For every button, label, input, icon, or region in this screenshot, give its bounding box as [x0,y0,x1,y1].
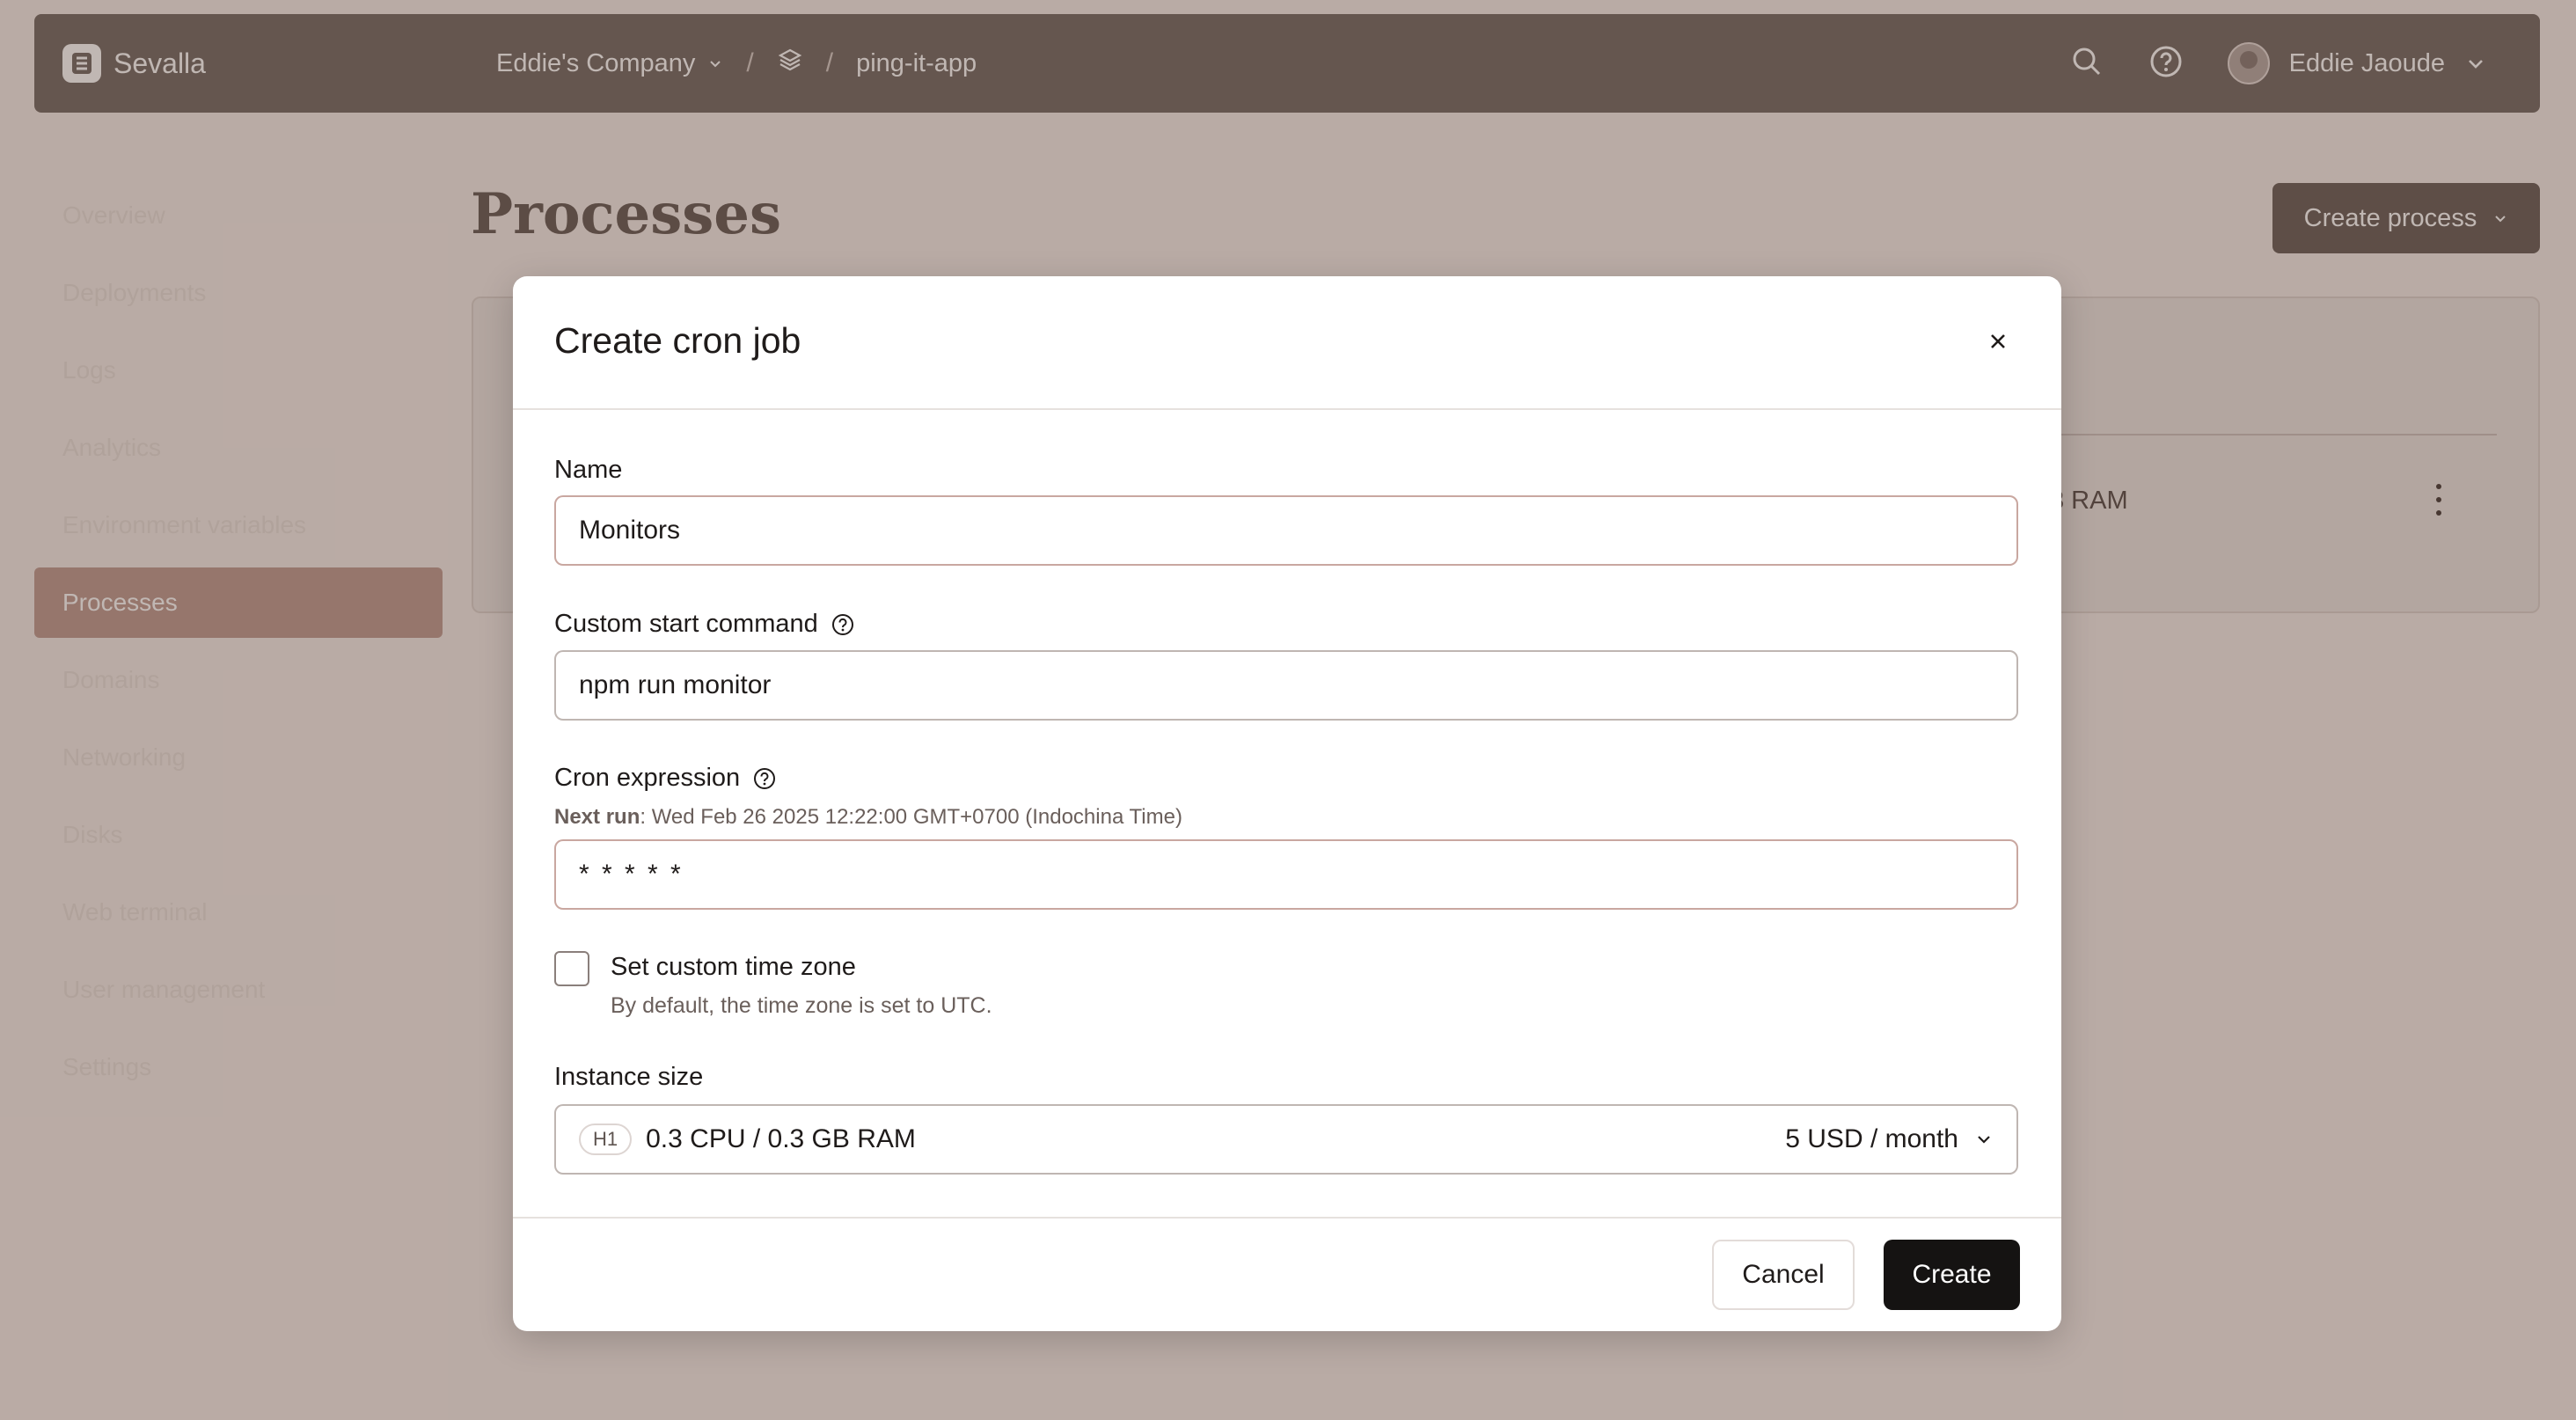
cancel-button[interactable]: Cancel [1712,1240,1855,1310]
next-run-value: : Wed Feb 26 2025 12:22:00 GMT+0700 (Ind… [640,805,1182,829]
cron-expression-input[interactable] [554,839,2018,910]
cron-expression-label-text: Cron expression [554,764,741,792]
custom-start-command-label: Custom start command [554,610,855,639]
name-label: Name [554,456,623,484]
create-cron-job-dialog: Create cron job Name Custom start comman… [513,276,2061,1331]
question-circle-icon[interactable] [752,766,777,791]
dialog-header: Create cron job [513,276,2061,410]
instance-price: 5 USD / month [1785,1124,1958,1153]
next-run-text: Next run: Wed Feb 26 2025 12:22:00 GMT+0… [554,805,1182,830]
chevron-down-icon [1978,1136,1990,1144]
time-zone-hint: By default, the time zone is set to UTC. [611,993,992,1018]
cron-expression-label: Cron expression [554,764,777,793]
name-input[interactable] [554,495,2018,566]
dialog-title: Create cron job [554,320,801,361]
close-icon[interactable] [1980,324,2016,359]
instance-spec: 0.3 CPU / 0.3 GB RAM [646,1124,916,1153]
create-button[interactable]: Create [1884,1240,2020,1310]
next-run-label: Next run [554,805,640,829]
dialog-footer: Cancel Create [513,1217,2061,1331]
custom-start-command-label-text: Custom start command [554,610,818,638]
custom-time-zone-checkbox[interactable] [554,951,589,986]
instance-tier-badge: H1 [579,1124,633,1155]
instance-size-select[interactable]: H1 0.3 CPU / 0.3 GB RAM 5 USD / month [554,1104,2018,1175]
custom-start-command-input[interactable] [554,650,2018,721]
instance-size-label: Instance size [554,1063,704,1091]
question-circle-icon[interactable] [831,612,855,637]
custom-time-zone-label[interactable]: Set custom time zone [611,953,856,982]
